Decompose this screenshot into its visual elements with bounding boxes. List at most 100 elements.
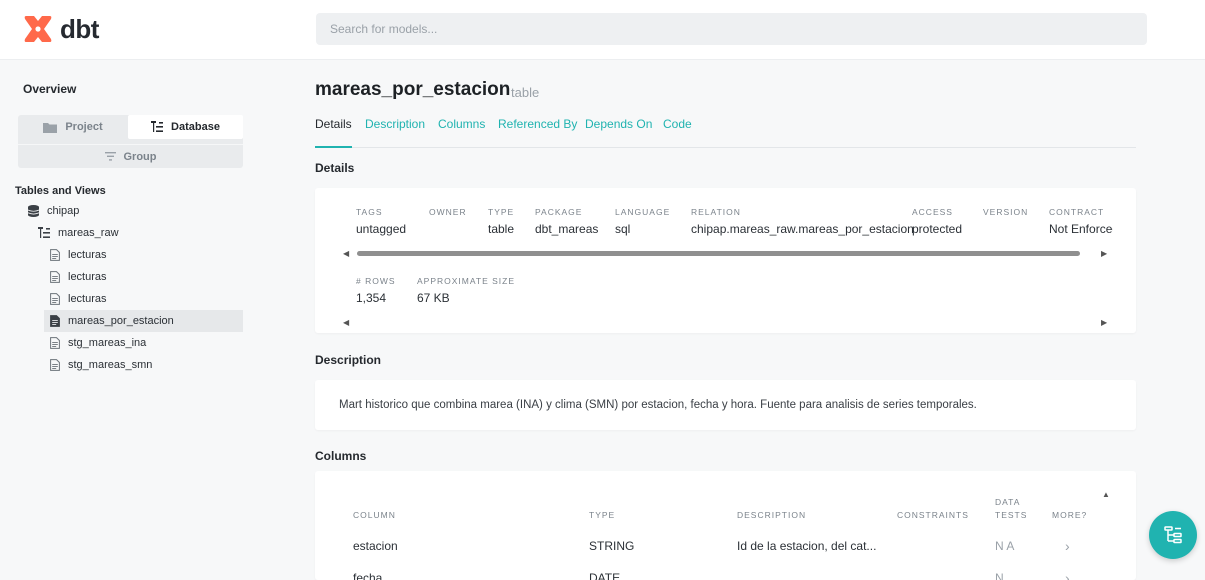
description-card: Mart historico que combina marea (INA) y…	[315, 380, 1136, 430]
view-toggle: Project Database Group	[18, 115, 243, 168]
field-label: VERSION	[983, 207, 1029, 217]
tables-and-views-title: Tables and Views	[15, 185, 106, 197]
scroll-left-icon[interactable]: ◀	[343, 249, 349, 258]
field-value: untagged	[356, 222, 407, 236]
table-cell-tests: N	[995, 571, 1004, 580]
lineage-icon	[1164, 526, 1182, 544]
tab-referenced-by[interactable]: Referenced By	[498, 117, 577, 148]
details-section-title: Details	[315, 161, 355, 175]
field-value: chipap.mareas_raw.mareas_por_estacion	[691, 222, 914, 236]
filter-icon	[104, 152, 116, 161]
tree-item-database[interactable]: chipap	[28, 200, 243, 222]
field-label: CONTRACT	[1049, 207, 1105, 217]
table-cell-column: fecha	[353, 571, 383, 580]
column-header: DESCRIPTION	[737, 510, 807, 520]
scroll-right-icon[interactable]: ▶	[1101, 318, 1107, 327]
file-filled-icon	[50, 315, 60, 327]
search-input[interactable]	[316, 13, 1147, 45]
column-header: CONSTRAINTS	[897, 510, 969, 520]
column-header: TYPE	[589, 510, 616, 520]
sidebar: Overview Project Database Group Tables a…	[0, 61, 262, 580]
field-value: Not Enforced	[1049, 222, 1113, 236]
table-cell-type: DATE	[589, 571, 621, 580]
horizontal-scrollbar[interactable]: ◀ ▶	[343, 249, 1109, 259]
scroll-left-icon[interactable]: ◀	[343, 318, 349, 327]
file-icon	[50, 337, 60, 349]
expand-row-icon[interactable]: ›	[1065, 538, 1070, 554]
project-toggle-button[interactable]: Project	[18, 115, 128, 139]
columns-card: COLUMN TYPE DESCRIPTION CONSTRAINTS DATA…	[315, 471, 1136, 580]
field-value: table	[488, 222, 515, 236]
tree-item-label: mareas_por_estacion	[68, 315, 174, 327]
field-label: OWNER	[429, 207, 467, 217]
field-label: TYPE	[488, 207, 515, 217]
stat-value: 67 KB	[417, 291, 450, 305]
column-header: DATA TESTS	[995, 497, 1028, 520]
stat-value: 1,354	[356, 291, 387, 305]
tree-item-label: mareas_raw	[58, 227, 119, 239]
description-section-title: Description	[315, 353, 382, 367]
scrollbar-thumb[interactable]	[357, 251, 1080, 256]
overview-link[interactable]: Overview	[23, 82, 76, 96]
main-content: mareas_por_estacion table Details Descri…	[262, 61, 1205, 580]
project-toggle-label: Project	[65, 121, 103, 133]
field-label: RELATION	[691, 207, 741, 217]
field-label: PACKAGE	[535, 207, 583, 217]
top-bar: dbt	[0, 0, 1205, 60]
tree-item-label: stg_mareas_ina	[68, 337, 147, 349]
tree-item-label: chipap	[47, 205, 80, 217]
logo-text: dbt	[60, 13, 99, 44]
field-label: ACCESS	[912, 207, 953, 217]
horizontal-scrollbar[interactable]: ◀ ▶	[343, 318, 1109, 328]
tree-item-label: lecturas	[68, 293, 107, 305]
schema-tree-icon	[38, 227, 50, 238]
table-cell-type: STRING	[589, 539, 635, 553]
field-label: LANGUAGE	[615, 207, 671, 217]
tree-item-model[interactable]: lecturas	[44, 288, 243, 310]
tab-depends-on[interactable]: Depends On	[585, 117, 652, 148]
tree-item-model[interactable]: stg_mareas_ina	[44, 332, 243, 354]
file-icon	[50, 249, 60, 261]
tree-item-model[interactable]: lecturas	[44, 244, 243, 266]
schema-tree-icon	[151, 121, 164, 132]
database-toggle-label: Database	[171, 121, 220, 133]
dbt-logo-icon	[24, 16, 52, 42]
lineage-graph-button[interactable]	[1149, 511, 1197, 559]
table-cell-tests: N A	[995, 539, 1015, 553]
tree-item-label: lecturas	[68, 249, 107, 261]
group-toggle-label: Group	[123, 150, 157, 163]
table-cell-column: estacion	[353, 539, 398, 553]
dbt-logo[interactable]: dbt	[22, 13, 99, 45]
description-text: Mart historico que combina marea (INA) y…	[339, 399, 977, 411]
tab-code[interactable]: Code	[663, 117, 692, 148]
tab-columns[interactable]: Columns	[438, 117, 485, 148]
columns-section-title: Columns	[315, 449, 367, 463]
tab-details[interactable]: Details	[315, 117, 352, 148]
model-kind: table	[511, 85, 540, 100]
contract-clip: CONTRACT Not Enforced	[1049, 203, 1113, 243]
field-value: protected	[912, 222, 963, 236]
model-title: mareas_por_estacion	[315, 79, 511, 100]
scroll-up-icon[interactable]: ▲	[1102, 490, 1110, 499]
group-toggle-button[interactable]: Group	[18, 144, 243, 168]
tab-description[interactable]: Description	[365, 117, 425, 148]
tree-item-schema[interactable]: mareas_raw	[38, 222, 243, 244]
tree-item-label: lecturas	[68, 271, 107, 283]
tree-item-label: stg_mareas_smn	[68, 359, 153, 371]
tree-item-model[interactable]: stg_mareas_smn	[44, 354, 243, 376]
column-header: COLUMN	[353, 510, 396, 520]
tab-bar: Details Description Columns Referenced B…	[315, 117, 1136, 148]
field-label: TAGS	[356, 207, 383, 217]
field-value: sql	[615, 222, 631, 236]
folder-icon	[43, 122, 58, 133]
file-icon	[50, 271, 60, 283]
tree-item-model[interactable]: lecturas	[44, 266, 243, 288]
stat-label: # ROWS	[356, 276, 396, 286]
scroll-right-icon[interactable]: ▶	[1101, 249, 1107, 258]
database-toggle-button[interactable]: Database	[128, 115, 243, 139]
tree-item-model-active[interactable]: mareas_por_estacion	[44, 310, 243, 332]
column-header: MORE?	[1052, 510, 1088, 520]
expand-row-icon[interactable]: ›	[1065, 570, 1070, 580]
file-icon	[50, 359, 60, 371]
stat-label: APPROXIMATE SIZE	[417, 276, 516, 286]
